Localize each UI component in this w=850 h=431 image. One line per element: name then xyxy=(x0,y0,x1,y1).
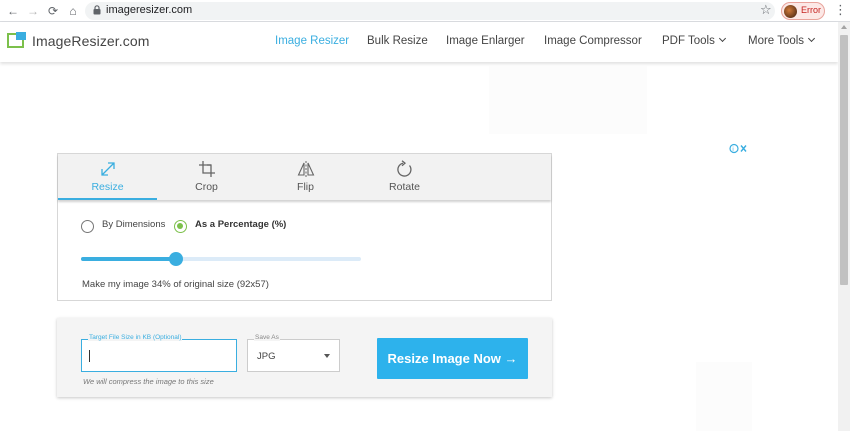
slider-fill xyxy=(81,257,176,261)
svg-text:i: i xyxy=(732,147,733,153)
chevron-down-icon xyxy=(718,34,726,43)
nav-more-tools[interactable]: More Tools xyxy=(748,34,816,47)
tab-resize-label: Resize xyxy=(91,181,124,193)
save-as-select[interactable]: Save As JPG xyxy=(247,334,340,372)
resize-button-label: Resize Image Now xyxy=(387,351,501,366)
nav-bulk-resize[interactable]: Bulk Resize xyxy=(367,35,428,47)
ad-choices-icon[interactable]: i xyxy=(729,143,749,154)
percentage-slider[interactable] xyxy=(81,252,361,266)
bookmark-star-icon[interactable]: ☆ xyxy=(760,2,772,18)
nav-image-compressor[interactable]: Image Compressor xyxy=(544,35,642,47)
tab-rotate[interactable]: Rotate xyxy=(355,154,454,200)
site-header: ImageResizer.com Image Resizer Bulk Resi… xyxy=(0,22,838,62)
slider-handle[interactable] xyxy=(169,252,183,266)
address-bar[interactable]: imageresizer.com xyxy=(85,2,775,20)
text-cursor xyxy=(89,350,90,362)
lock-icon xyxy=(93,5,101,15)
browser-toolbar: ← → ⟳ ⌂ imageresizer.com ☆ Error ⋮ xyxy=(0,0,850,22)
logo-icon xyxy=(7,32,26,48)
url-text: imageresizer.com xyxy=(106,4,193,16)
ad-placeholder xyxy=(696,362,752,431)
tab-rotate-label: Rotate xyxy=(389,181,420,193)
resize-tool-panel: Resize Crop Flip Rotate By Dimensions As… xyxy=(57,153,552,301)
scroll-up-arrow-icon[interactable] xyxy=(841,25,847,29)
nav-pdf-tools[interactable]: PDF Tools xyxy=(662,34,726,47)
radio-by-dimensions[interactable] xyxy=(81,220,94,233)
nav-pdf-tools-label: PDF Tools xyxy=(662,35,715,47)
tab-resize[interactable]: Resize xyxy=(58,154,157,200)
rotate-icon xyxy=(397,160,412,177)
ad-placeholder xyxy=(489,66,647,134)
active-tab-indicator xyxy=(58,198,157,200)
profile-button[interactable]: Error xyxy=(781,2,825,20)
flip-icon xyxy=(297,161,315,177)
compression-hint: We will compress the image to this size xyxy=(83,377,214,386)
back-icon[interactable]: ← xyxy=(5,3,21,19)
chevron-down-icon xyxy=(808,34,816,43)
page-scrollbar[interactable] xyxy=(838,22,850,431)
browser-menu-icon[interactable]: ⋮ xyxy=(834,2,847,18)
save-as-value: JPG xyxy=(257,351,276,362)
nav-image-resizer[interactable]: Image Resizer xyxy=(275,35,349,47)
forward-icon[interactable]: → xyxy=(25,3,41,19)
radio-as-percentage-label[interactable]: As a Percentage (%) xyxy=(195,219,286,230)
logo-text[interactable]: ImageResizer.com xyxy=(32,33,150,49)
crop-icon xyxy=(199,161,215,177)
tab-flip[interactable]: Flip xyxy=(256,154,355,200)
resize-arrows-icon xyxy=(101,162,115,176)
tab-crop-label: Crop xyxy=(195,181,218,193)
target-size-field[interactable]: Target File Size in KB (Optional) xyxy=(81,334,237,372)
radio-by-dimensions-label[interactable]: By Dimensions xyxy=(102,219,165,230)
avatar xyxy=(784,5,797,18)
reload-icon[interactable]: ⟳ xyxy=(45,3,61,19)
resize-summary: Make my image 34% of original size (92x5… xyxy=(82,279,269,290)
profile-status: Error xyxy=(801,5,821,15)
arrow-right-icon: → xyxy=(504,351,518,366)
save-as-legend: Save As xyxy=(254,334,280,341)
radio-as-percentage[interactable] xyxy=(174,220,187,233)
tool-tabs: Resize Crop Flip Rotate xyxy=(58,154,551,200)
tab-crop[interactable]: Crop xyxy=(157,154,256,200)
nav-image-enlarger[interactable]: Image Enlarger xyxy=(446,35,525,47)
dropdown-arrow-icon xyxy=(324,354,330,358)
tab-flip-label: Flip xyxy=(297,181,314,193)
scroll-thumb[interactable] xyxy=(840,35,848,285)
nav-more-tools-label: More Tools xyxy=(748,35,805,47)
export-panel: Target File Size in KB (Optional) Save A… xyxy=(57,318,552,397)
resize-image-button[interactable]: Resize Image Now → xyxy=(377,338,528,379)
home-icon[interactable]: ⌂ xyxy=(65,3,81,19)
target-size-legend: Target File Size in KB (Optional) xyxy=(88,334,183,341)
